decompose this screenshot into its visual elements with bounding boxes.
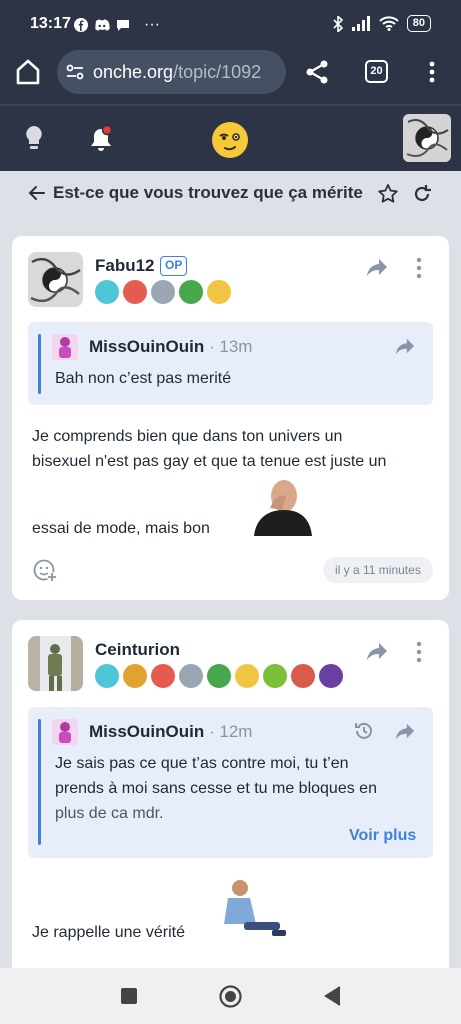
quote-text-line: prends à moi sans cesse et tu me bloques…: [55, 780, 377, 797]
home-icon[interactable]: [14, 58, 42, 86]
flower-badge-icon: [151, 664, 175, 688]
elf-badge-icon: [179, 280, 203, 304]
quote-text-line: Je sais pas ce que t’as contre moi, tu t…: [55, 755, 349, 772]
refresh-icon[interactable]: [412, 183, 432, 205]
post-author-name[interactable]: Fabu12: [95, 256, 155, 276]
status-bar: 13:17 ··· 80: [0, 0, 461, 50]
lightbulb-icon[interactable]: [22, 124, 46, 154]
post-body: Je rappelle une vérité: [32, 924, 185, 941]
user-avatar[interactable]: [403, 114, 451, 162]
topic-title-bar: Est-ce que vous trouvez que ça mérite l: [0, 171, 461, 217]
quote-author-name[interactable]: MissOuinOuin · 13m: [89, 337, 252, 357]
battery-indicator: 80: [406, 15, 431, 32]
user-badges: [95, 664, 343, 688]
user-badges: [95, 280, 231, 304]
pink-character-avatar-image: [52, 334, 78, 360]
browser-toolbar: onche.org/topic/1092 20: [0, 50, 461, 104]
stars-badge-icon: [95, 664, 119, 688]
post-more-icon[interactable]: [414, 640, 424, 664]
more-notifications-dots: ···: [144, 16, 160, 33]
op-badge: OP: [160, 256, 188, 276]
share-icon[interactable]: [303, 58, 331, 86]
quote-separator: ·: [208, 337, 215, 356]
url-bar[interactable]: onche.org/topic/1092: [57, 50, 286, 94]
post-share-icon[interactable]: [365, 640, 389, 662]
quote-share-icon[interactable]: [394, 336, 416, 356]
home-button-icon[interactable]: [219, 985, 242, 1008]
topic-title: Est-ce que vous trouvez que ça mérite l: [53, 183, 365, 202]
recent-apps-button[interactable]: [121, 988, 137, 1004]
url-path: /topic/1092: [173, 61, 262, 82]
chat-bubble-icon: [117, 20, 129, 31]
post-share-icon[interactable]: [365, 256, 389, 278]
discord-icon: [95, 18, 110, 31]
bluetooth-icon: [333, 15, 343, 32]
overflow-menu-icon[interactable]: [424, 58, 440, 86]
author-avatar[interactable]: [28, 636, 83, 691]
notification-bell-icon[interactable]: [88, 124, 116, 154]
quote-text: Bah non c’est pas merité: [55, 370, 232, 387]
post-author-name[interactable]: Ceinturion: [95, 640, 180, 660]
quote-block: MissOuinOuin · 13m Bah non c’est pas mer…: [28, 322, 433, 405]
system-navigation-bar: [0, 968, 461, 1024]
post-card: Ceinturion MissOuinOuin · 12m Je sais pa…: [12, 620, 449, 980]
post-more-icon[interactable]: [414, 256, 424, 280]
post-body-line: Je comprends bien que dans ton univers u…: [32, 428, 343, 445]
site-settings-icon[interactable]: [65, 62, 85, 82]
favorite-star-icon[interactable]: [377, 183, 399, 205]
wifi-icon: [379, 16, 399, 31]
pink-character-avatar-image: [52, 719, 78, 745]
url-host: onche.org: [93, 61, 174, 82]
purple-badge-icon: [319, 664, 343, 688]
author-avatar[interactable]: [28, 252, 83, 307]
dollar-badge-icon: [123, 664, 147, 688]
back-button-icon[interactable]: [323, 985, 341, 1007]
back-arrow-icon[interactable]: [28, 183, 46, 203]
edit-history-icon[interactable]: [353, 720, 375, 742]
quote-time: 13m: [219, 337, 253, 356]
quote-time: 12m: [219, 722, 253, 741]
quote-author-avatar[interactable]: [52, 334, 78, 360]
stars-badge-icon: [95, 280, 119, 304]
post-body-line: bisexuel n'est pas gay et que ta tenue e…: [32, 453, 387, 470]
status-time: 13:17: [30, 15, 71, 32]
statue-avatar-image: [28, 636, 83, 691]
tab-switcher-button[interactable]: 20: [365, 60, 388, 83]
quote-text-line: plus de ca mdr.: [55, 805, 164, 822]
quote-share-icon[interactable]: [394, 721, 416, 741]
dragon-yinyang-avatar-image: [28, 252, 83, 307]
facepalm-sticker-image: [254, 480, 312, 536]
character-badge-icon: [151, 280, 175, 304]
beer-badge-icon: [263, 664, 287, 688]
smiley-badge-icon: [207, 280, 231, 304]
smiley-badge-icon: [235, 664, 259, 688]
flower-badge-icon: [123, 280, 147, 304]
quote-author-name[interactable]: MissOuinOuin · 12m: [89, 722, 252, 742]
quote-author-avatar[interactable]: [52, 719, 78, 745]
signal-icon: [351, 16, 370, 31]
add-reaction-icon[interactable]: [32, 557, 58, 583]
quote-separator: ·: [208, 722, 215, 741]
dragon-yinyang-avatar-image: [403, 114, 451, 162]
post-body-line: essai de mode, mais bon: [32, 520, 210, 537]
character-badge-icon: [179, 664, 203, 688]
post-card: Fabu12 OP MissOuinOuin · 13m Bah non c’e…: [12, 236, 449, 600]
post-timestamp[interactable]: il y a 11 minutes: [323, 557, 433, 583]
site-header: [0, 106, 461, 171]
see-more-link[interactable]: Voir plus: [349, 827, 416, 845]
url-text: onche.org/topic/1092: [93, 62, 261, 83]
face-badge-icon: [291, 664, 315, 688]
quote-block: MissOuinOuin · 12m Je sais pas ce que t’…: [28, 707, 433, 858]
onche-logo-icon[interactable]: [211, 121, 249, 159]
elf-badge-icon: [207, 664, 231, 688]
facebook-icon: [74, 18, 88, 32]
